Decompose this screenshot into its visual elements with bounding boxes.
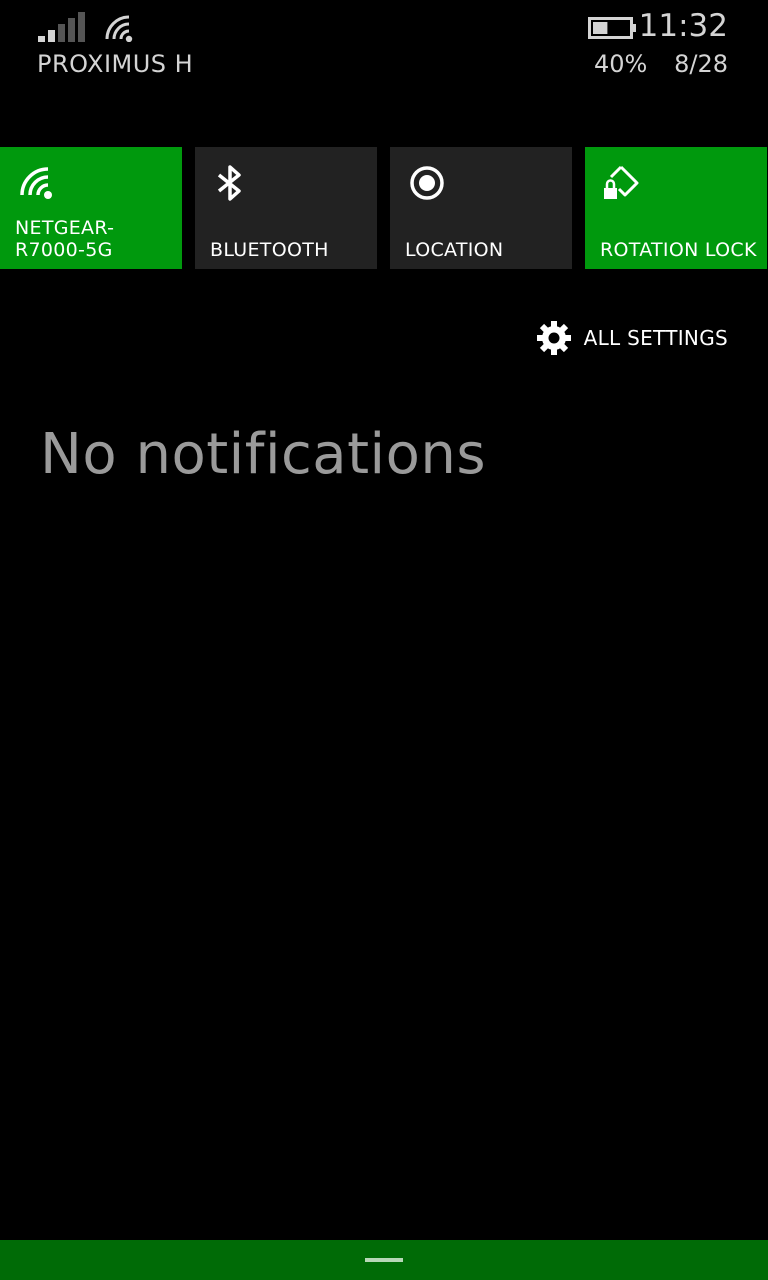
quick-action-label: ROTATION LOCK [600,239,757,261]
clock: 11:32 [638,8,728,44]
quick-action-bluetooth[interactable]: BLUETOOTH [195,147,377,269]
date: 8/28 [674,50,728,78]
action-center: PROXIMUS H 11:32 40% 8/28 NETGEAR- R7000… [0,0,768,1280]
quick-action-label: BLUETOOTH [210,239,329,261]
battery-icon [588,17,636,39]
carrier-name: PROXIMUS H [37,50,194,78]
cell-signal-icon [38,12,85,42]
bluetooth-icon [217,165,241,201]
quick-action-rotation-lock[interactable]: ROTATION LOCK [585,147,767,269]
all-settings-label: ALL SETTINGS [583,326,728,350]
no-notifications-message: No notifications [40,422,487,487]
quick-action-label: NETGEAR- R7000-5G [15,217,115,261]
gear-icon [536,321,571,355]
all-settings-button[interactable]: ALL SETTINGS [536,318,728,358]
quick-action-wifi[interactable]: NETGEAR- R7000-5G [0,147,182,269]
wifi-icon [20,167,52,199]
quick-action-location[interactable]: LOCATION [390,147,572,269]
location-icon [410,166,444,200]
drag-handle-icon[interactable] [365,1258,403,1262]
bottom-bar[interactable] [0,1240,768,1280]
quick-action-label: LOCATION [405,239,504,261]
battery-percent: 40% [594,50,648,78]
rotation-lock-icon [604,165,639,199]
wifi-icon [105,15,133,42]
